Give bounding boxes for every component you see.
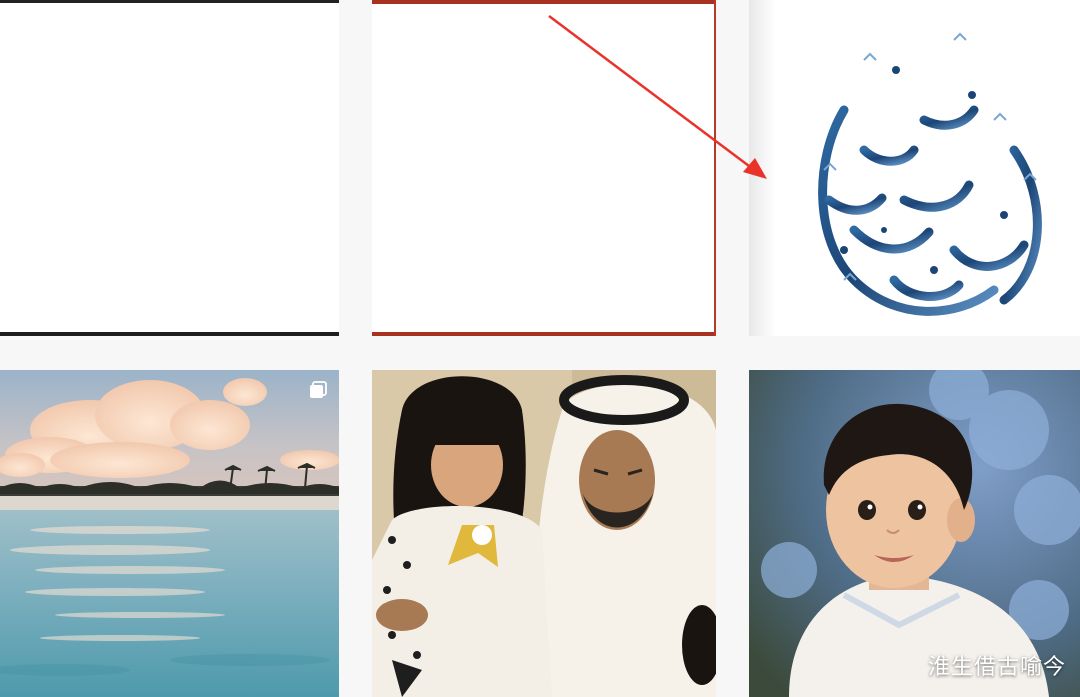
tile-bottom-edge bbox=[372, 332, 714, 336]
post-tile-4[interactable] bbox=[0, 370, 339, 697]
family-photo bbox=[372, 370, 716, 697]
calligraphy-image bbox=[818, 3, 1042, 336]
beach-photo bbox=[0, 370, 339, 697]
post-tile-1[interactable] bbox=[0, 0, 339, 336]
profile-post-grid: 淮生借古喻今 bbox=[0, 0, 1080, 697]
post-tile-5[interactable] bbox=[372, 370, 716, 697]
tile-top-edge bbox=[372, 0, 714, 4]
post-tile-6[interactable]: 淮生借古喻今 bbox=[749, 370, 1080, 697]
carousel-multiple-icon bbox=[310, 381, 327, 398]
tile-top-edge bbox=[0, 0, 339, 3]
baby-photo bbox=[749, 370, 1080, 697]
tile-bottom-edge bbox=[0, 332, 339, 336]
post-tile-3[interactable] bbox=[749, 0, 1080, 336]
watermark-text: 淮生借古喻今 bbox=[927, 655, 1066, 680]
post-tile-2[interactable] bbox=[372, 0, 716, 336]
